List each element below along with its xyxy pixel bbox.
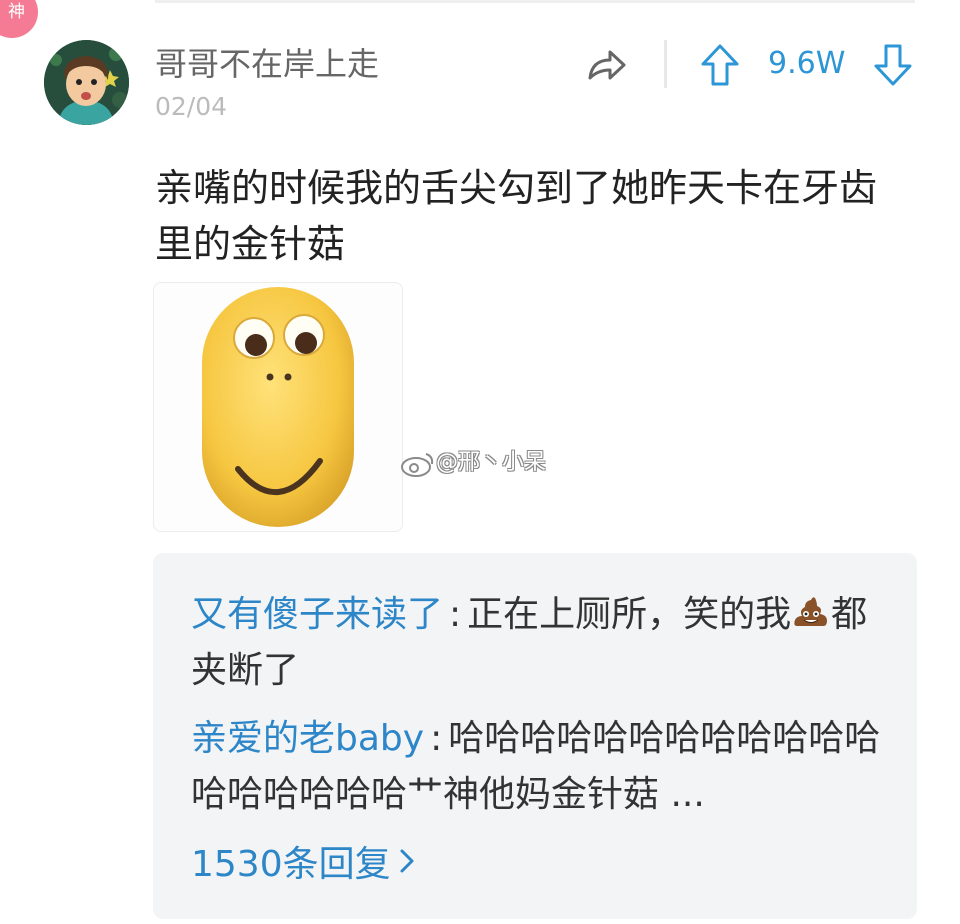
poop-emoji-icon [794,597,828,626]
comment-separator: : [449,594,462,635]
post-image[interactable] [153,282,403,532]
emoji-face-image [202,287,354,527]
post-text: 亲嘴的时候我的舌尖勾到了她昨天卡在牙齿 里的金针菇 [155,166,878,266]
avatar[interactable] [44,40,129,125]
action-divider [664,40,667,88]
chevron-right-icon [400,849,414,873]
comment-author[interactable]: 又有傻子来读了 [191,594,443,635]
replies-count-label: 1530条回复 [191,844,391,885]
downvote-button[interactable] [870,40,916,90]
arrow-down-icon [874,44,912,86]
comment-item[interactable]: 又有傻子来读了: 正在上厕所，笑的我 都夹断了 [191,587,881,699]
comment-text: 正在上厕所，笑的我 [467,594,792,635]
weibo-icon [401,453,434,477]
upvote-button[interactable] [697,40,743,90]
god-comment-badge: 神 [0,0,38,38]
share-button[interactable] [580,40,630,90]
comment-item[interactable]: 亲爱的老baby: 哈哈哈哈哈哈哈哈哈哈哈哈哈哈哈哈哈哈艹神他妈金针菇 ... [191,711,881,823]
avatar-image [44,40,129,125]
top-divider [155,0,915,3]
comment-author[interactable]: 亲爱的老baby [191,718,424,759]
hot-comments-panel: 又有傻子来读了: 正在上厕所，笑的我 都夹断了 亲爱的老baby: 哈哈哈哈哈哈哈哈… [153,553,917,919]
image-watermark: @邢丶小呆 [436,450,547,475]
view-replies-link[interactable]: 1530条回复 [191,841,415,889]
share-icon [588,50,626,80]
username[interactable]: 哥哥不在岸上走 [155,42,379,86]
post-date: 02/04 [155,92,228,121]
comment-separator: : [430,718,443,759]
vote-count: 9.6W [768,46,846,81]
arrow-up-icon [701,44,739,86]
badge-label: 神 [8,2,25,22]
